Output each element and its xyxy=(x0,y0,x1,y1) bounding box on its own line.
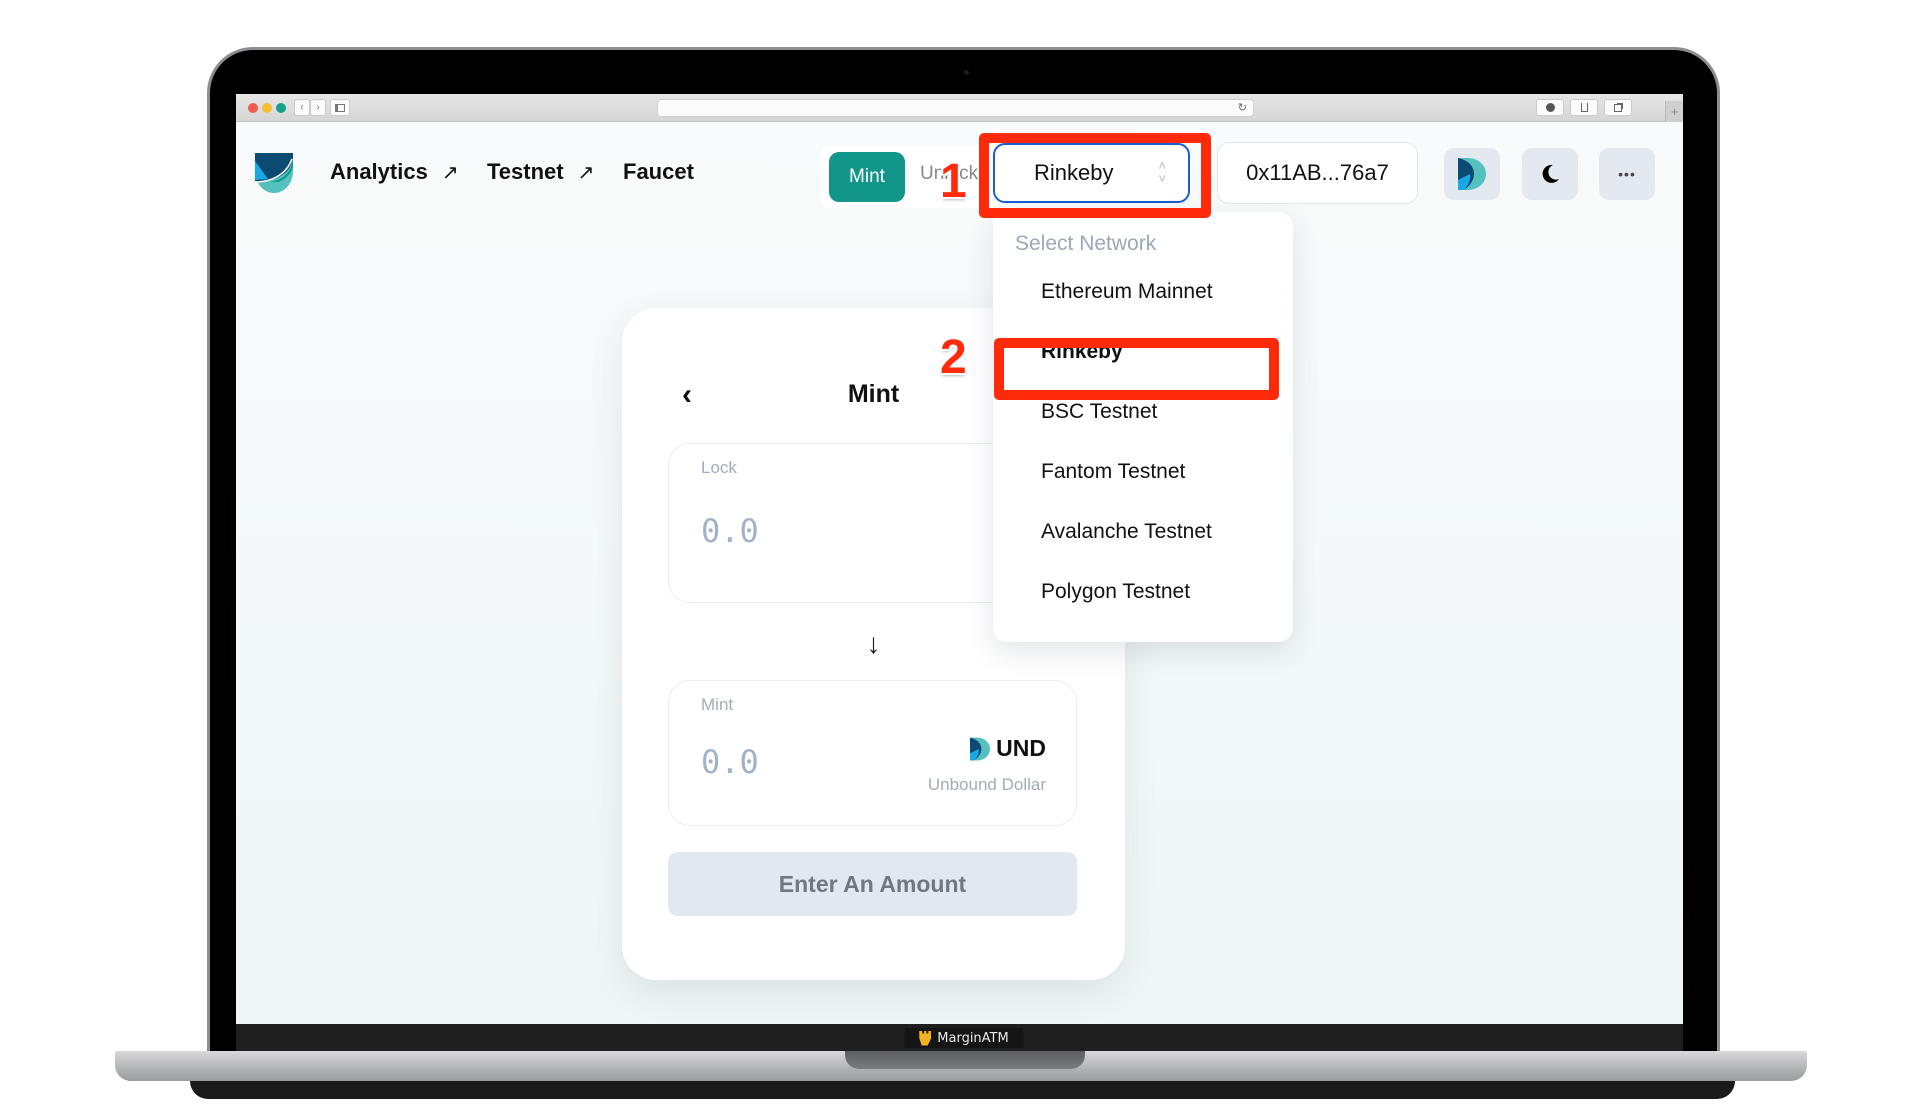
new-tab-button[interactable]: + xyxy=(1665,101,1683,122)
sidebar-icon xyxy=(335,103,345,112)
more-icon: ••• xyxy=(1618,166,1636,182)
nav-faucet-link[interactable]: Faucet xyxy=(623,159,694,185)
stage: ‹ › ↻ + Analytics ↗ Testnet ↗ Faucet Min… xyxy=(0,0,1920,1110)
download-icon xyxy=(1545,103,1555,112)
chevron-left-icon: ‹ xyxy=(300,102,304,113)
chevron-right-icon: › xyxy=(316,102,320,113)
dropdown-header: Select Network xyxy=(1015,232,1157,255)
und-logo-icon xyxy=(1458,158,1486,190)
nav-testnet-label: Testnet xyxy=(487,159,564,184)
laptop-feet xyxy=(190,1081,1735,1099)
laptop-notch xyxy=(845,1051,1085,1069)
reload-icon[interactable]: ↻ xyxy=(1238,101,1247,114)
network-option-ethereum-mainnet[interactable]: Ethereum Mainnet xyxy=(1041,280,1213,304)
nav-analytics-label: Analytics xyxy=(330,159,428,184)
app-logo[interactable] xyxy=(254,153,294,193)
mint-label: Mint xyxy=(701,695,734,714)
network-option-avalanche-testnet[interactable]: Avalanche Testnet xyxy=(1041,520,1212,544)
network-option-bsc-testnet[interactable]: BSC Testnet xyxy=(1041,400,1157,424)
lock-label: Lock xyxy=(701,458,737,477)
token-name: Unbound Dollar xyxy=(927,775,1046,794)
share-icon xyxy=(1580,103,1588,112)
annotation-number-2: 2 xyxy=(940,331,967,384)
minimize-window-button[interactable] xyxy=(262,103,272,113)
plus-icon: + xyxy=(1670,104,1679,119)
mint-amount-input[interactable]: 0.0 xyxy=(701,743,759,781)
browser-toolbar: ‹ › ↻ + xyxy=(236,94,1683,122)
dock-brand-label: MarginATM xyxy=(937,1030,1009,1046)
maximize-window-button[interactable] xyxy=(276,103,286,113)
external-link-icon: ↗ xyxy=(441,161,459,184)
submit-button[interactable]: Enter An Amount xyxy=(668,852,1077,916)
tab-mint[interactable]: Mint xyxy=(829,152,905,202)
downloads-button[interactable] xyxy=(1536,99,1564,116)
nav-testnet-link[interactable]: Testnet ↗ xyxy=(487,159,594,185)
external-link-icon: ↗ xyxy=(577,161,595,184)
lock-amount-input[interactable]: 0.0 xyxy=(701,512,759,550)
address-bar[interactable]: ↻ xyxy=(657,99,1254,117)
token-logo-button[interactable] xyxy=(1444,148,1500,200)
more-options-button[interactable]: ••• xyxy=(1599,148,1655,200)
annotation-number-1: 1 xyxy=(940,155,967,208)
margin-atm-logo-icon xyxy=(919,1030,932,1046)
nav-faucet-label: Faucet xyxy=(623,159,694,184)
browser-window: ‹ › ↻ + Analytics ↗ Testnet ↗ Faucet Min… xyxy=(236,94,1683,1024)
sidebar-toggle-button[interactable] xyxy=(330,99,350,116)
camera xyxy=(964,70,969,75)
nav-analytics-link[interactable]: Analytics ↗ xyxy=(330,159,459,185)
dock-brand: MarginATM xyxy=(905,1028,1023,1048)
annotation-box-1 xyxy=(979,133,1211,218)
network-option-polygon-testnet[interactable]: Polygon Testnet xyxy=(1041,580,1190,604)
token-selector[interactable]: UND xyxy=(970,735,1046,762)
share-button[interactable] xyxy=(1570,99,1598,116)
annotation-box-2 xyxy=(994,338,1279,400)
wallet-address-button[interactable]: 0x11AB...76a7 xyxy=(1217,142,1418,204)
und-logo-icon xyxy=(970,737,991,760)
mint-field[interactable]: Mint 0.0 UND Unbound Dollar xyxy=(668,680,1077,826)
mode-tabs: Mint Unlock xyxy=(820,145,1000,208)
forward-nav-button[interactable]: › xyxy=(310,99,326,116)
token-symbol: UND xyxy=(996,735,1046,761)
back-nav-button[interactable]: ‹ xyxy=(294,99,310,116)
network-dropdown: Select Network Ethereum Mainnet Rinkeby … xyxy=(993,212,1293,642)
moon-icon xyxy=(1542,164,1559,183)
close-window-button[interactable] xyxy=(248,103,258,113)
network-option-fantom-testnet[interactable]: Fantom Testnet xyxy=(1041,460,1185,484)
tabs-icon xyxy=(1614,103,1622,112)
dark-mode-toggle[interactable] xyxy=(1522,148,1578,200)
tabs-button[interactable] xyxy=(1604,99,1632,116)
